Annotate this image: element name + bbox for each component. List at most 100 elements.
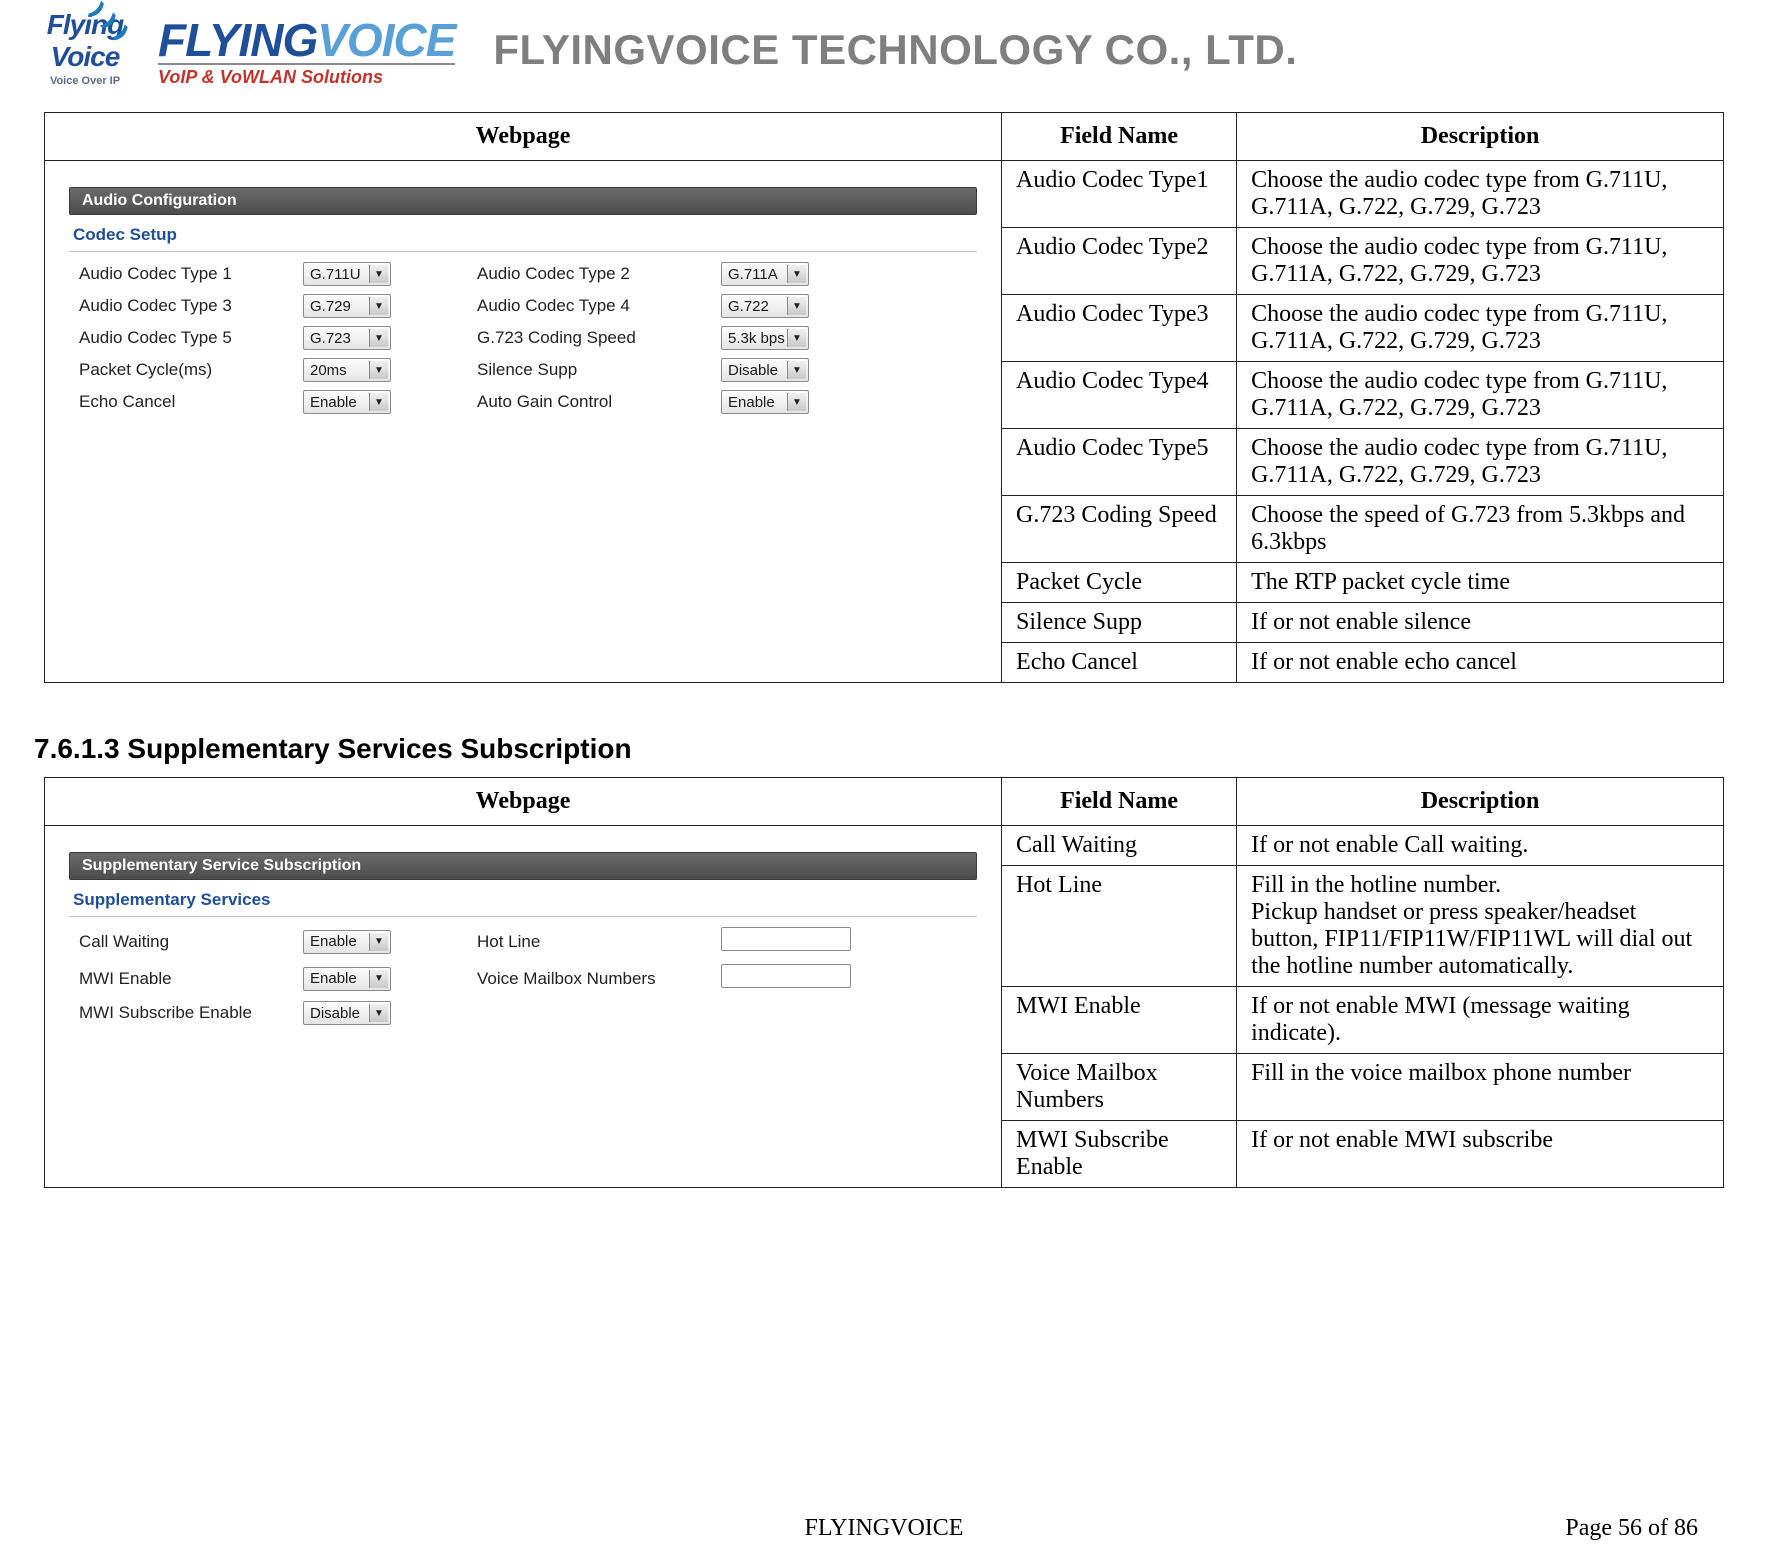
form-label: Audio Codec Type 5 xyxy=(79,328,299,348)
panel-section-title: Codec Setup xyxy=(69,215,977,252)
table-row: Audio Configuration Codec Setup Audio Co… xyxy=(45,161,1724,228)
chevron-down-icon: ▼ xyxy=(787,361,806,379)
field-name-cell: Voice Mailbox Numbers xyxy=(1002,1054,1237,1121)
form-label: Audio Codec Type 3 xyxy=(79,296,299,316)
description-cell: If or not enable Call waiting. xyxy=(1237,826,1724,866)
config-panel: Supplementary Service Subscription Suppl… xyxy=(59,832,987,1035)
footer-right: Page 56 of 86 xyxy=(1565,1515,1698,1542)
page-header: ❫❫❫ Flying Voice Voice Over IP FLYINGVOI… xyxy=(30,0,1738,100)
logo-wordmark: FLYINGVOICE VoIP & VoWLAN Solutions xyxy=(158,13,455,88)
form-label: Call Waiting xyxy=(79,932,299,952)
description-cell: If or not enable echo cancel xyxy=(1237,643,1724,683)
field-name-cell: Audio Codec Type3 xyxy=(1002,295,1237,362)
form-label: Packet Cycle(ms) xyxy=(79,360,299,380)
webpage-cell: Audio Configuration Codec Setup Audio Co… xyxy=(45,161,1002,683)
table-row: Supplementary Service Subscription Suppl… xyxy=(45,826,1724,866)
select-0a[interactable]: G.711U▼ xyxy=(303,262,391,286)
select-3b[interactable]: Disable▼ xyxy=(721,358,809,382)
chevron-down-icon: ▼ xyxy=(369,361,388,379)
form-label: Audio Codec Type 1 xyxy=(79,264,299,284)
description-cell: Choose the audio codec type from G.711U,… xyxy=(1237,429,1724,496)
select-1a[interactable]: Enable▼ xyxy=(303,967,391,991)
form-label: Audio Codec Type 2 xyxy=(477,264,717,284)
chevron-down-icon: ▼ xyxy=(369,933,388,951)
field-name-cell: Audio Codec Type5 xyxy=(1002,429,1237,496)
form-label: MWI Enable xyxy=(79,969,299,989)
badge-line2: Voice xyxy=(30,41,140,73)
form-label: Silence Supp xyxy=(477,360,717,380)
select-2b[interactable]: 5.3k bps▼ xyxy=(721,326,809,350)
chevron-down-icon: ▼ xyxy=(787,329,806,347)
field-name-cell: Silence Supp xyxy=(1002,603,1237,643)
section-heading: 7.6.1.3 Supplementary Services Subscript… xyxy=(34,733,1738,765)
select-4a[interactable]: Enable▼ xyxy=(303,390,391,414)
field-name-cell: Audio Codec Type2 xyxy=(1002,228,1237,295)
field-name-cell: G.723 Coding Speed xyxy=(1002,496,1237,563)
chevron-down-icon: ▼ xyxy=(787,297,806,315)
wordmark-voice: VOICE xyxy=(317,14,455,66)
chevron-down-icon: ▼ xyxy=(369,329,388,347)
description-cell: Choose the audio codec type from G.711U,… xyxy=(1237,228,1724,295)
form-label: MWI Subscribe Enable xyxy=(79,1003,299,1023)
form-label: Echo Cancel xyxy=(79,392,299,412)
chevron-down-icon: ▼ xyxy=(369,970,388,988)
select-1b[interactable]: G.722▼ xyxy=(721,294,809,318)
supp-services-table: Webpage Field Name Description Supplemen… xyxy=(44,777,1724,1188)
config-panel: Audio Configuration Codec Setup Audio Co… xyxy=(59,167,987,424)
logo-badge: ❫❫❫ Flying Voice Voice Over IP xyxy=(30,5,140,95)
form-label: Hot Line xyxy=(477,932,717,952)
description-cell: If or not enable MWI subscribe xyxy=(1237,1121,1724,1188)
th-webpage: Webpage xyxy=(45,113,1002,161)
description-cell: The RTP packet cycle time xyxy=(1237,563,1724,603)
form-label: Audio Codec Type 4 xyxy=(477,296,717,316)
chevron-down-icon: ▼ xyxy=(369,393,388,411)
wordmark-sub: VoIP & VoWLAN Solutions xyxy=(158,63,455,88)
description-cell: Fill in the hotline number.Pickup handse… xyxy=(1237,866,1724,987)
field-name-cell: Packet Cycle xyxy=(1002,563,1237,603)
panel-titlebar: Supplementary Service Subscription xyxy=(69,852,977,880)
th-desc: Description xyxy=(1237,113,1724,161)
description-cell: Choose the audio codec type from G.711U,… xyxy=(1237,362,1724,429)
th-desc: Description xyxy=(1237,778,1724,826)
select-2a[interactable]: G.723▼ xyxy=(303,326,391,350)
input-1b[interactable] xyxy=(721,964,851,988)
wordmark-flying: FLYING xyxy=(158,14,317,66)
description-cell: Fill in the voice mailbox phone number xyxy=(1237,1054,1724,1121)
th-field: Field Name xyxy=(1002,113,1237,161)
description-cell: Choose the audio codec type from G.711U,… xyxy=(1237,161,1724,228)
badge-line3: Voice Over IP xyxy=(30,75,140,87)
select-3a[interactable]: 20ms▼ xyxy=(303,358,391,382)
company-name: FLYINGVOICE TECHNOLOGY CO., LTD. xyxy=(493,26,1297,74)
form-label: Voice Mailbox Numbers xyxy=(477,969,717,989)
select-1a[interactable]: G.729▼ xyxy=(303,294,391,318)
select-2a[interactable]: Disable▼ xyxy=(303,1001,391,1025)
field-name-cell: Call Waiting xyxy=(1002,826,1237,866)
audio-config-table: Webpage Field Name Description Audio Con… xyxy=(44,112,1724,683)
webpage-cell: Supplementary Service Subscription Suppl… xyxy=(45,826,1002,1188)
description-cell: Choose the audio codec type from G.711U,… xyxy=(1237,295,1724,362)
description-cell: If or not enable silence xyxy=(1237,603,1724,643)
panel-section-title: Supplementary Services xyxy=(69,880,977,917)
input-0b[interactable] xyxy=(721,927,851,951)
chevron-down-icon: ▼ xyxy=(787,265,806,283)
description-cell: Choose the speed of G.723 from 5.3kbps a… xyxy=(1237,496,1724,563)
select-4b[interactable]: Enable▼ xyxy=(721,390,809,414)
field-name-cell: Hot Line xyxy=(1002,866,1237,987)
field-name-cell: MWI Enable xyxy=(1002,987,1237,1054)
form-label: Auto Gain Control xyxy=(477,392,717,412)
select-0a[interactable]: Enable▼ xyxy=(303,930,391,954)
select-0b[interactable]: G.711A▼ xyxy=(721,262,809,286)
chevron-down-icon: ▼ xyxy=(787,393,806,411)
description-cell: If or not enable MWI (message waiting in… xyxy=(1237,987,1724,1054)
chevron-down-icon: ▼ xyxy=(369,265,388,283)
th-webpage: Webpage xyxy=(45,778,1002,826)
field-name-cell: MWI Subscribe Enable xyxy=(1002,1121,1237,1188)
th-field: Field Name xyxy=(1002,778,1237,826)
chevron-down-icon: ▼ xyxy=(369,1004,388,1022)
field-name-cell: Audio Codec Type1 xyxy=(1002,161,1237,228)
form-label: G.723 Coding Speed xyxy=(477,328,717,348)
panel-titlebar: Audio Configuration xyxy=(69,187,977,215)
chevron-down-icon: ▼ xyxy=(369,297,388,315)
field-name-cell: Echo Cancel xyxy=(1002,643,1237,683)
field-name-cell: Audio Codec Type4 xyxy=(1002,362,1237,429)
